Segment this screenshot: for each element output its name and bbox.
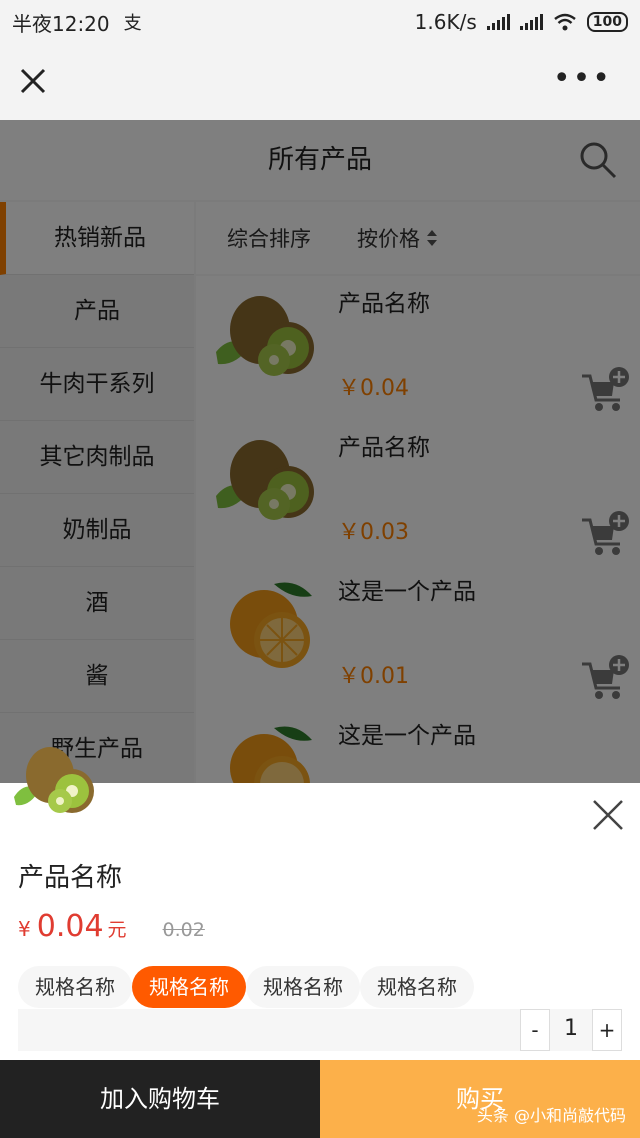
signal-icon-2: [519, 14, 543, 30]
status-bar: 半夜12:20 支 1.6K/s 100: [0, 0, 640, 44]
action-footer: 加入购物车 购买: [0, 1060, 640, 1138]
buy-button[interactable]: 购买: [320, 1060, 640, 1138]
spec-option[interactable]: 规格名称: [18, 966, 132, 1008]
webview-top-bar: •••: [0, 44, 640, 120]
wifi-icon: [553, 13, 576, 31]
product-thumbnail: [14, 747, 94, 813]
original-price: 0.02: [162, 919, 205, 941]
spec-option[interactable]: 规格名称: [246, 966, 360, 1008]
quantity-minus-button[interactable]: -: [520, 1009, 550, 1051]
quantity-plus-button[interactable]: +: [592, 1009, 622, 1051]
quantity-value[interactable]: 1: [550, 1009, 592, 1051]
currency-symbol: ¥: [18, 917, 31, 941]
add-to-cart-button[interactable]: 加入购物车: [0, 1060, 320, 1138]
more-menu-icon[interactable]: •••: [553, 64, 612, 94]
network-speed: 1.6K/s: [414, 10, 477, 34]
spec-option-selected[interactable]: 规格名称: [132, 966, 246, 1008]
current-price: 0.04: [36, 909, 104, 944]
spec-option[interactable]: 规格名称: [360, 966, 474, 1008]
signal-icon: [486, 14, 510, 30]
price-unit: 元: [107, 919, 127, 941]
status-time: 半夜12:20: [12, 11, 110, 36]
battery-icon: 100: [586, 12, 628, 32]
product-options-sheet: 产品名称 ¥ 0.04 元 0.02 规格名称 规格名称 规格名称 规格名称 -…: [0, 747, 640, 1060]
spec-options: 规格名称 规格名称 规格名称 规格名称: [18, 966, 474, 1008]
quantity-row: - 1 +: [18, 1009, 622, 1051]
sheet-price: ¥ 0.04 元 0.02: [18, 909, 205, 944]
sheet-product-name: 产品名称: [18, 863, 123, 893]
watermark: 头条 @小和尚敲代码: [476, 1106, 626, 1125]
close-icon[interactable]: [18, 66, 48, 96]
close-icon[interactable]: [592, 799, 624, 831]
app-notification-icon: 支: [123, 13, 142, 34]
quantity-stepper: - 1 +: [520, 1009, 622, 1051]
